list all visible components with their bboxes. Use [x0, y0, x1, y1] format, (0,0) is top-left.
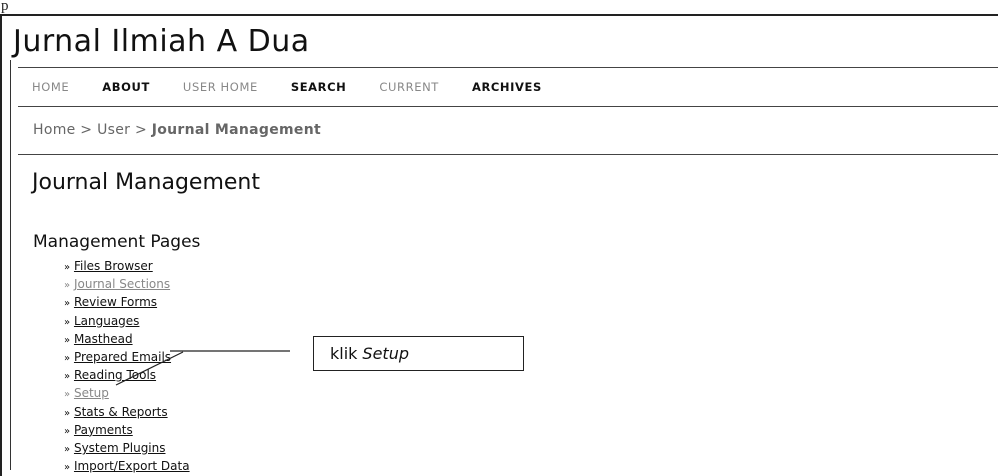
callout-prefix: klik [330, 344, 358, 363]
callout-pointer-lines [115, 350, 290, 386]
annotation-callout-box: klik Setup [313, 336, 524, 371]
pointer-line-diagonal [115, 351, 184, 386]
callout-target: Setup [362, 344, 409, 363]
